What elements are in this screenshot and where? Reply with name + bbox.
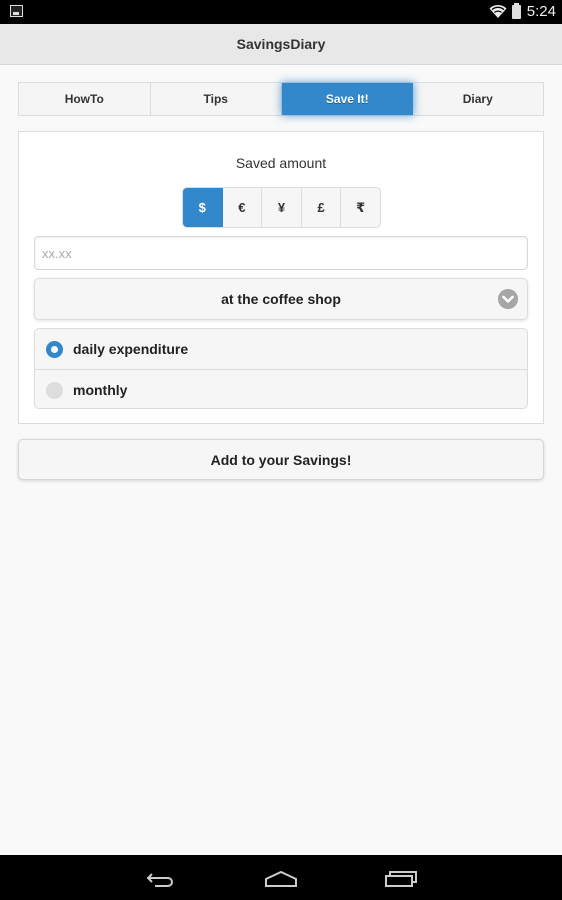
radio-unchecked-icon (46, 382, 63, 399)
app-bar: SavingsDiary (0, 24, 562, 65)
category-select-value: at the coffee shop (221, 291, 341, 307)
chevron-down-icon (498, 289, 518, 309)
clock: 5:24 (526, 3, 556, 20)
currency-pound[interactable]: £ (302, 188, 342, 227)
radio-label: daily expenditure (73, 341, 189, 357)
tab-tips[interactable]: Tips (151, 83, 282, 115)
radio-monthly[interactable]: monthly (35, 369, 527, 408)
category-select[interactable]: at the coffee shop (34, 278, 528, 320)
currency-rupee[interactable]: ₹ (341, 188, 380, 227)
save-panel: Saved amount $ € ¥ £ ₹ at the coffee sho… (18, 131, 544, 424)
currency-yen[interactable]: ¥ (262, 188, 302, 227)
tab-howto[interactable]: HowTo (19, 83, 151, 115)
image-notification-icon (10, 5, 23, 17)
radio-checked-icon (46, 341, 63, 358)
battery-icon (512, 3, 521, 19)
navigation-bar (0, 855, 562, 900)
saved-amount-label: Saved amount (235, 155, 327, 171)
wifi-icon (489, 4, 507, 18)
amount-input[interactable] (34, 236, 528, 270)
frequency-radio-group: daily expenditure monthly (34, 328, 528, 409)
tab-save-it[interactable]: Save It! (282, 83, 413, 115)
radio-label: monthly (73, 381, 128, 398)
currency-dollar[interactable]: $ (183, 188, 223, 227)
tab-bar: HowTo Tips Save It! Diary (18, 82, 544, 116)
home-icon[interactable] (263, 867, 299, 891)
tab-diary[interactable]: Diary (413, 83, 544, 115)
add-to-savings-button[interactable]: Add to your Savings! (18, 439, 544, 480)
currency-selector: $ € ¥ £ ₹ (182, 187, 381, 228)
currency-euro[interactable]: € (223, 188, 263, 227)
back-icon[interactable] (143, 867, 179, 891)
status-bar: 5:24 (0, 0, 562, 24)
app-title: SavingsDiary (236, 36, 326, 52)
radio-daily-expenditure[interactable]: daily expenditure (35, 329, 527, 369)
recents-icon[interactable] (383, 867, 419, 891)
